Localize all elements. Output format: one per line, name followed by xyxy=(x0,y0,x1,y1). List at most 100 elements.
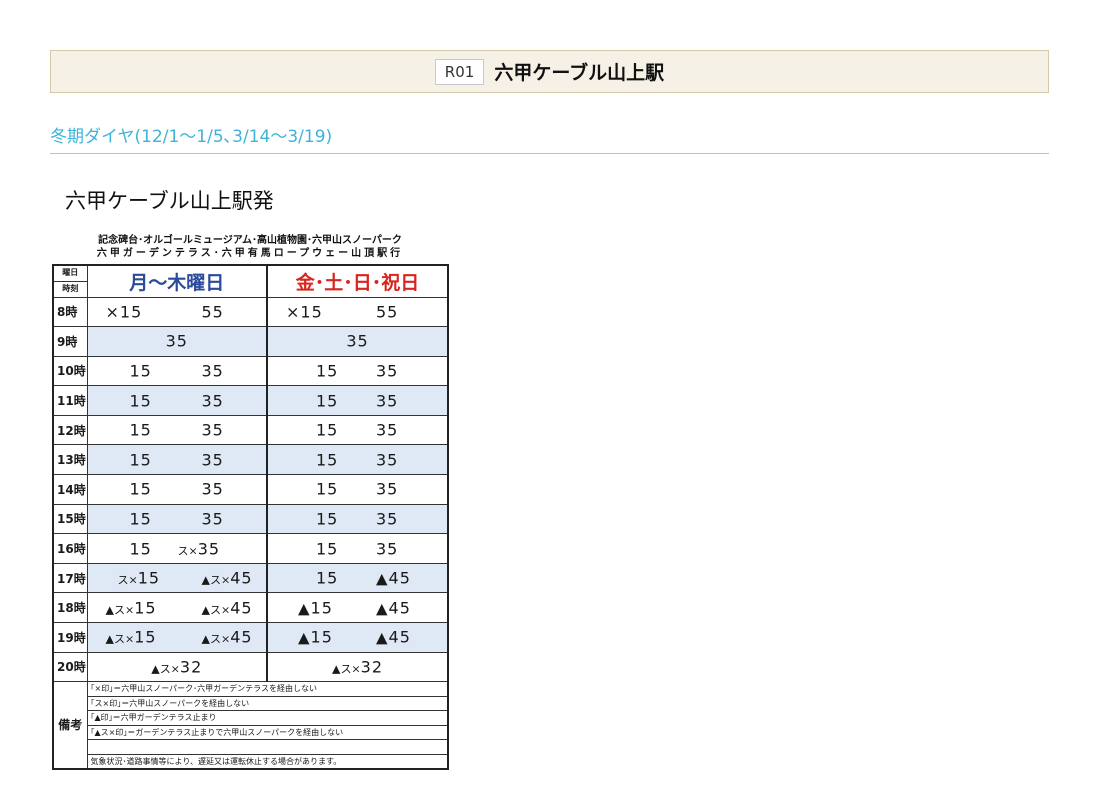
note-item: ｢▲印｣＝六甲ガーデンテラス止まり xyxy=(86,710,449,726)
weekend-times: 15 ▲45 xyxy=(266,562,449,594)
departure-minute: ス×35 xyxy=(177,539,221,559)
hour-label: 13時 xyxy=(52,444,88,476)
weekend-times: 15 35 xyxy=(266,503,449,535)
note-row: ｢▲印｣＝六甲ガーデンテラス止まり xyxy=(53,710,449,726)
departure-minute: 15 xyxy=(129,539,152,559)
departure-minute: ▲45 xyxy=(376,627,411,647)
departure-minute: ×15 xyxy=(286,302,323,322)
departure-minute: 35 xyxy=(376,509,399,529)
hour-label: 8時 xyxy=(52,296,88,328)
weekday-times: 35 xyxy=(86,326,268,357)
hour-label: 11時 xyxy=(52,385,88,416)
departure-minute: 15 xyxy=(129,450,152,470)
weekday-times: 15 35 xyxy=(86,503,268,535)
timetable-row: 13時 15 35 15 35 xyxy=(52,444,449,476)
weekday-times: 15 ス×35 xyxy=(86,533,268,564)
hour-label: 12時 xyxy=(52,414,88,446)
departure-minute: 35 xyxy=(165,331,188,351)
hour-label: 16時 xyxy=(52,533,88,564)
weekend-times: 15 35 xyxy=(266,355,449,387)
note-row: 備考 ｢×印｣＝六甲山スノーパーク･六甲ガーデンテラスを経由しない xyxy=(52,681,449,770)
departure-minute: 15 xyxy=(316,450,339,470)
departure-minute: 15 xyxy=(129,391,152,411)
hour-label: 19時 xyxy=(52,622,88,653)
departure-minute: ×15 xyxy=(105,302,143,322)
hour-label: 15時 xyxy=(52,503,88,535)
weekend-times: 15 35 xyxy=(266,533,449,564)
weekday-times: ▲ス×15 ▲ス×45 xyxy=(86,622,268,653)
timetable-row: 9時 35 35 xyxy=(52,326,449,357)
departure-minute: 15 xyxy=(316,568,339,588)
departure-minute: 35 xyxy=(376,450,399,470)
notes-label: 備考 xyxy=(52,681,88,770)
timetable-row: 19時 ▲ス×15 ▲ス×45 ▲15 ▲45 xyxy=(52,622,449,653)
departure-minute: 15 xyxy=(316,479,339,499)
weekday-times: ×15 55 xyxy=(86,296,268,328)
departure-minute: ▲15 xyxy=(298,627,333,647)
departure-minute: ▲45 xyxy=(376,598,411,618)
timetable-row: 17時 ス×15 ▲ス×45 15 ▲45 xyxy=(52,562,449,594)
departure-minute: 35 xyxy=(376,420,399,440)
timetable-row: 11時 15 35 15 35 xyxy=(52,385,449,416)
hour-label: 10時 xyxy=(52,355,88,387)
note-row: 気象状況･道路事情等により、遅延又は運転休止する場合があります。 xyxy=(53,753,449,770)
timetable-row: 14時 15 35 15 35 xyxy=(52,474,449,505)
departure-minute: 35 xyxy=(376,361,399,381)
hour-label: 18時 xyxy=(52,592,88,624)
timetable-row: 16時 15 ス×35 15 35 xyxy=(52,533,449,564)
weekend-times: ×15 55 xyxy=(266,296,449,328)
destination-line-1: 記念碑台･オルゴールミュージアム･高山植物園･六甲山スノーパーク xyxy=(98,235,402,246)
departure-minute: 15 xyxy=(316,539,339,559)
station-name: 六甲ケーブル山上駅 xyxy=(494,62,665,84)
hour-label: 14時 xyxy=(52,474,88,505)
departure-minute: 35 xyxy=(376,391,399,411)
weekday-times: 15 35 xyxy=(86,385,268,416)
departure-minute: 15 xyxy=(316,391,339,411)
note-row: ｢ス×印｣＝六甲山スノーパークを経由しない xyxy=(53,695,449,712)
departure-minute: ス×15 xyxy=(117,568,161,588)
departure-minute: 15 xyxy=(316,509,339,529)
hour-label: 17時 xyxy=(52,562,88,594)
weekend-times: 35 xyxy=(266,326,449,357)
weekday-times: 15 35 xyxy=(86,355,268,387)
departure-minute: 55 xyxy=(201,302,224,322)
timetable-row: 15時 15 35 15 35 xyxy=(52,503,449,535)
departure-minute: 55 xyxy=(376,302,399,322)
note-item xyxy=(86,739,449,755)
station-header: R01 六甲ケーブル山上駅 xyxy=(50,50,1049,93)
departure-minute: 35 xyxy=(376,539,399,559)
departure-minute: 15 xyxy=(129,420,152,440)
departure-minute: 35 xyxy=(201,361,224,381)
weekday-times: 15 35 xyxy=(86,414,268,446)
note-item: ｢▲ス×印｣＝ガーデンテラス止まりで六甲山スノーパークを経由しない xyxy=(86,724,449,741)
weekday-times: 15 35 xyxy=(86,474,268,505)
departure-minute: ▲ス×32 xyxy=(331,657,384,677)
weekend-times: 15 35 xyxy=(266,414,449,446)
departure-minute: ▲15 xyxy=(298,598,333,618)
weekend-times: ▲15 ▲45 xyxy=(266,592,449,624)
departure-minute: 15 xyxy=(129,479,152,499)
note-item: ｢ス×印｣＝六甲山スノーパークを経由しない xyxy=(86,695,449,712)
departure-minute: 35 xyxy=(376,479,399,499)
departure-minute: ▲ス×15 xyxy=(105,598,157,618)
weekday-times: 15 35 xyxy=(86,444,268,476)
weekend-times: ▲15 ▲45 xyxy=(266,622,449,653)
timetable-row: 10時 15 35 15 35 xyxy=(52,355,449,387)
note-row xyxy=(53,739,449,755)
departure-minute: 15 xyxy=(316,420,339,440)
note-row: ｢▲ス×印｣＝ガーデンテラス止まりで六甲山スノーパークを経由しない xyxy=(53,724,449,741)
destination-line-2: 六甲ガーデンテラス･六甲有馬ロープウェー山頂駅行 xyxy=(96,248,404,259)
destination-list: 記念碑台･オルゴールミュージアム･高山植物園･六甲山スノーパーク 六甲ガーデンテ… xyxy=(52,234,448,260)
timetable-row: 8時 ×15 55 ×15 55 xyxy=(52,296,449,328)
note-item: 気象状況･道路事情等により、遅延又は運転休止する場合があります。 xyxy=(86,753,449,770)
departure-minute: 35 xyxy=(201,509,224,529)
weekday-times: ス×15 ▲ス×45 xyxy=(86,562,268,594)
departure-minute: ▲ス×45 xyxy=(201,598,253,618)
weekend-times: 15 35 xyxy=(266,474,449,505)
timetable-row: 20時 ▲ス×32 ▲ス×32 xyxy=(52,651,449,683)
header-youbi: 曜日 xyxy=(52,264,88,282)
weekend-times: 15 35 xyxy=(266,444,449,476)
departure-minute: 35 xyxy=(201,450,224,470)
weekend-times: 15 35 xyxy=(266,385,449,416)
departure-title: 六甲ケーブル山上駅発 xyxy=(65,189,274,213)
